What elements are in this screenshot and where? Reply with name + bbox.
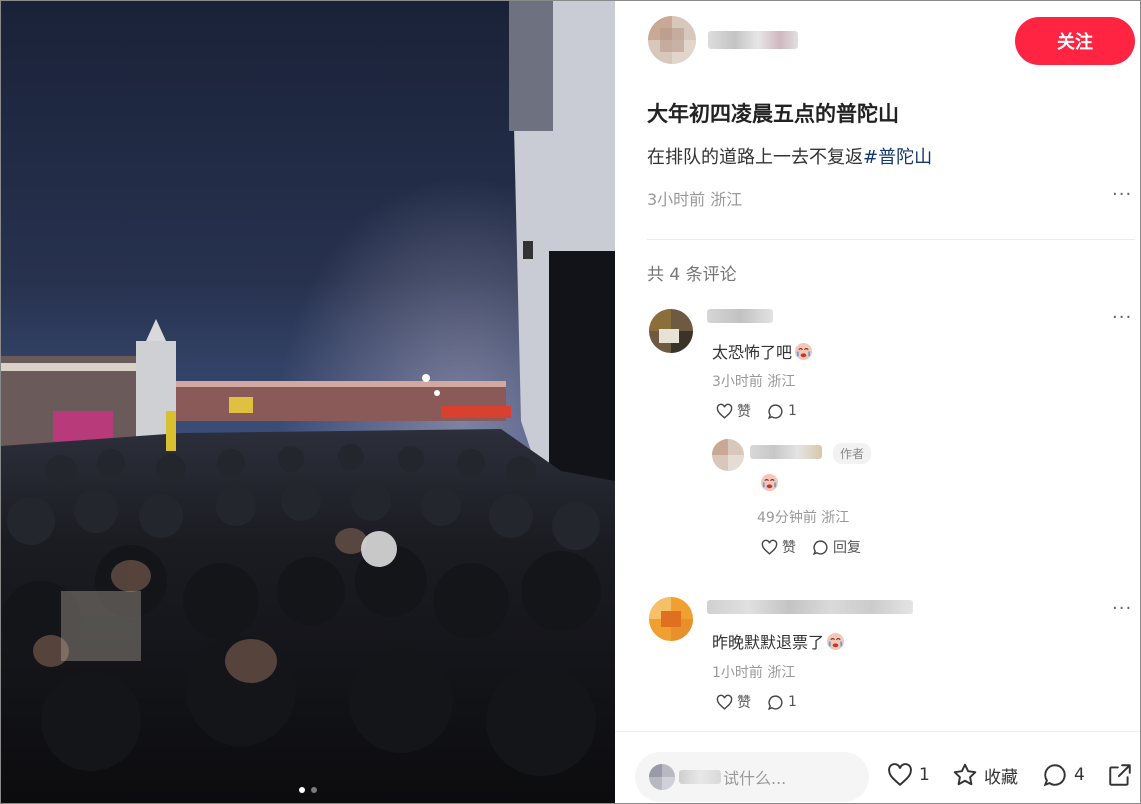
- current-user-avatar: [649, 764, 675, 790]
- blurred-avatar-icon: [649, 597, 693, 641]
- post-meta: 3小时前 浙江: [647, 186, 742, 210]
- blurred-avatar-icon: [648, 16, 696, 64]
- blurred-avatar-icon: [712, 439, 744, 471]
- share-button[interactable]: [1107, 762, 1133, 788]
- comment-reply-button[interactable]: 1: [767, 403, 797, 420]
- comment-author-name-blurred[interactable]: [707, 309, 773, 323]
- comment-like-button[interactable]: 赞: [716, 692, 751, 712]
- comment-count-label: 共 4 条评论: [647, 265, 737, 285]
- reply-actions: 赞 回复: [761, 537, 861, 557]
- heart-icon: [888, 763, 912, 787]
- reply-reply-label: 回复: [833, 540, 861, 556]
- comment-author-name-blurred[interactable]: [707, 600, 913, 614]
- comment-text: 太恐怖了吧: [712, 339, 813, 363]
- carousel-dot[interactable]: [311, 787, 317, 793]
- comment-input[interactable]: 试什么...: [635, 752, 869, 802]
- comment-like-button[interactable]: 赞: [716, 401, 751, 421]
- comment-bubble-icon: [1043, 764, 1066, 787]
- comment-actions: 赞 1: [716, 692, 797, 712]
- comment-input-placeholder: 试什么...: [723, 769, 787, 788]
- comment-bubble-icon: [767, 694, 783, 710]
- comment-more-icon[interactable]: ···: [1112, 307, 1132, 328]
- author-avatar[interactable]: [648, 16, 696, 64]
- comment-text-content: 昨晚默默退票了: [712, 633, 825, 652]
- comment-button[interactable]: 4: [1042, 762, 1085, 788]
- blurred-avatar-icon: [649, 309, 693, 353]
- follow-button[interactable]: 关注: [1015, 17, 1135, 65]
- crying-face-icon: [826, 632, 845, 650]
- heart-icon: [761, 539, 778, 555]
- comment-count: 4: [1074, 765, 1085, 785]
- star-icon: [953, 763, 977, 786]
- comment-meta: 1小时前 浙江: [712, 662, 795, 682]
- post-title: 大年初四凌晨五点的普陀山: [647, 102, 899, 126]
- comment-text: 昨晚默默退票了: [712, 629, 845, 653]
- reply-text: [758, 473, 779, 492]
- carousel-indicator: [1, 787, 615, 793]
- divider: [647, 239, 1135, 240]
- input-placeholder-blurred: [679, 770, 721, 784]
- comment-avatar[interactable]: [649, 597, 693, 641]
- comment-time: 1小时前: [712, 665, 763, 681]
- crowd-photo-image: [1, 1, 615, 803]
- reply-like-label: 赞: [782, 540, 796, 556]
- post-description-text: 在排队的道路上一去不复返: [647, 147, 863, 168]
- heart-icon: [716, 694, 733, 710]
- comment-location: 浙江: [767, 374, 796, 390]
- post-location: 浙江: [710, 190, 743, 209]
- comment-text-content: 太恐怖了吧: [712, 343, 793, 362]
- post-hashtag[interactable]: #普陀山: [863, 147, 932, 168]
- post-time: 3小时前: [647, 190, 706, 209]
- comment-time: 3小时前: [712, 374, 763, 390]
- comment-reply-count: 1: [788, 694, 797, 710]
- comment-like-label: 赞: [737, 695, 751, 711]
- comment-location: 浙江: [767, 665, 796, 681]
- like-count: 1: [919, 765, 930, 785]
- comment-reply-count: 1: [788, 403, 797, 419]
- collect-label: 收藏: [984, 767, 1018, 788]
- comment-more-icon[interactable]: ···: [1112, 598, 1132, 619]
- reply-time: 49分钟前: [757, 510, 817, 526]
- reply-like-button[interactable]: 赞: [761, 537, 796, 557]
- reply-location: 浙江: [821, 510, 850, 526]
- reply-reply-button[interactable]: 回复: [812, 537, 861, 557]
- comment-bubble-icon: [767, 403, 783, 419]
- note-viewer: 关注 大年初四凌晨五点的普陀山 在排队的道路上一去不复返#普陀山 3小时前 浙江…: [0, 0, 1141, 804]
- share-icon: [1109, 764, 1131, 786]
- post-description: 在排队的道路上一去不复返#普陀山: [647, 143, 932, 169]
- comment-actions: 赞 1: [716, 401, 797, 421]
- reply-author-name-blurred[interactable]: [750, 445, 822, 459]
- like-post-button[interactable]: 1: [887, 762, 930, 788]
- crying-face-icon: [794, 342, 813, 360]
- heart-icon: [716, 403, 733, 419]
- reply-avatar[interactable]: [712, 439, 744, 471]
- reply-meta: 49分钟前 浙江: [757, 507, 849, 527]
- comment-meta: 3小时前 浙江: [712, 371, 795, 391]
- author-info[interactable]: [648, 16, 798, 64]
- crying-face-icon: [760, 473, 779, 492]
- collect-button[interactable]: 收藏: [952, 762, 1018, 788]
- carousel-dot-active[interactable]: [299, 787, 305, 793]
- blurred-avatar-icon: [649, 764, 675, 790]
- comment-avatar[interactable]: [649, 309, 693, 353]
- post-photo[interactable]: [1, 1, 615, 803]
- comment-bubble-icon: [812, 539, 828, 555]
- post-more-icon[interactable]: ···: [1112, 184, 1132, 205]
- author-tag-badge: 作者: [833, 443, 872, 464]
- author-name-blurred[interactable]: [708, 31, 798, 49]
- comment-reply-button[interactable]: 1: [767, 694, 797, 711]
- note-detail-panel: 关注 大年初四凌晨五点的普陀山 在排队的道路上一去不复返#普陀山 3小时前 浙江…: [615, 1, 1140, 803]
- bottom-interaction-bar: 试什么... 1 收藏 4: [615, 731, 1140, 803]
- comment-like-label: 赞: [737, 404, 751, 420]
